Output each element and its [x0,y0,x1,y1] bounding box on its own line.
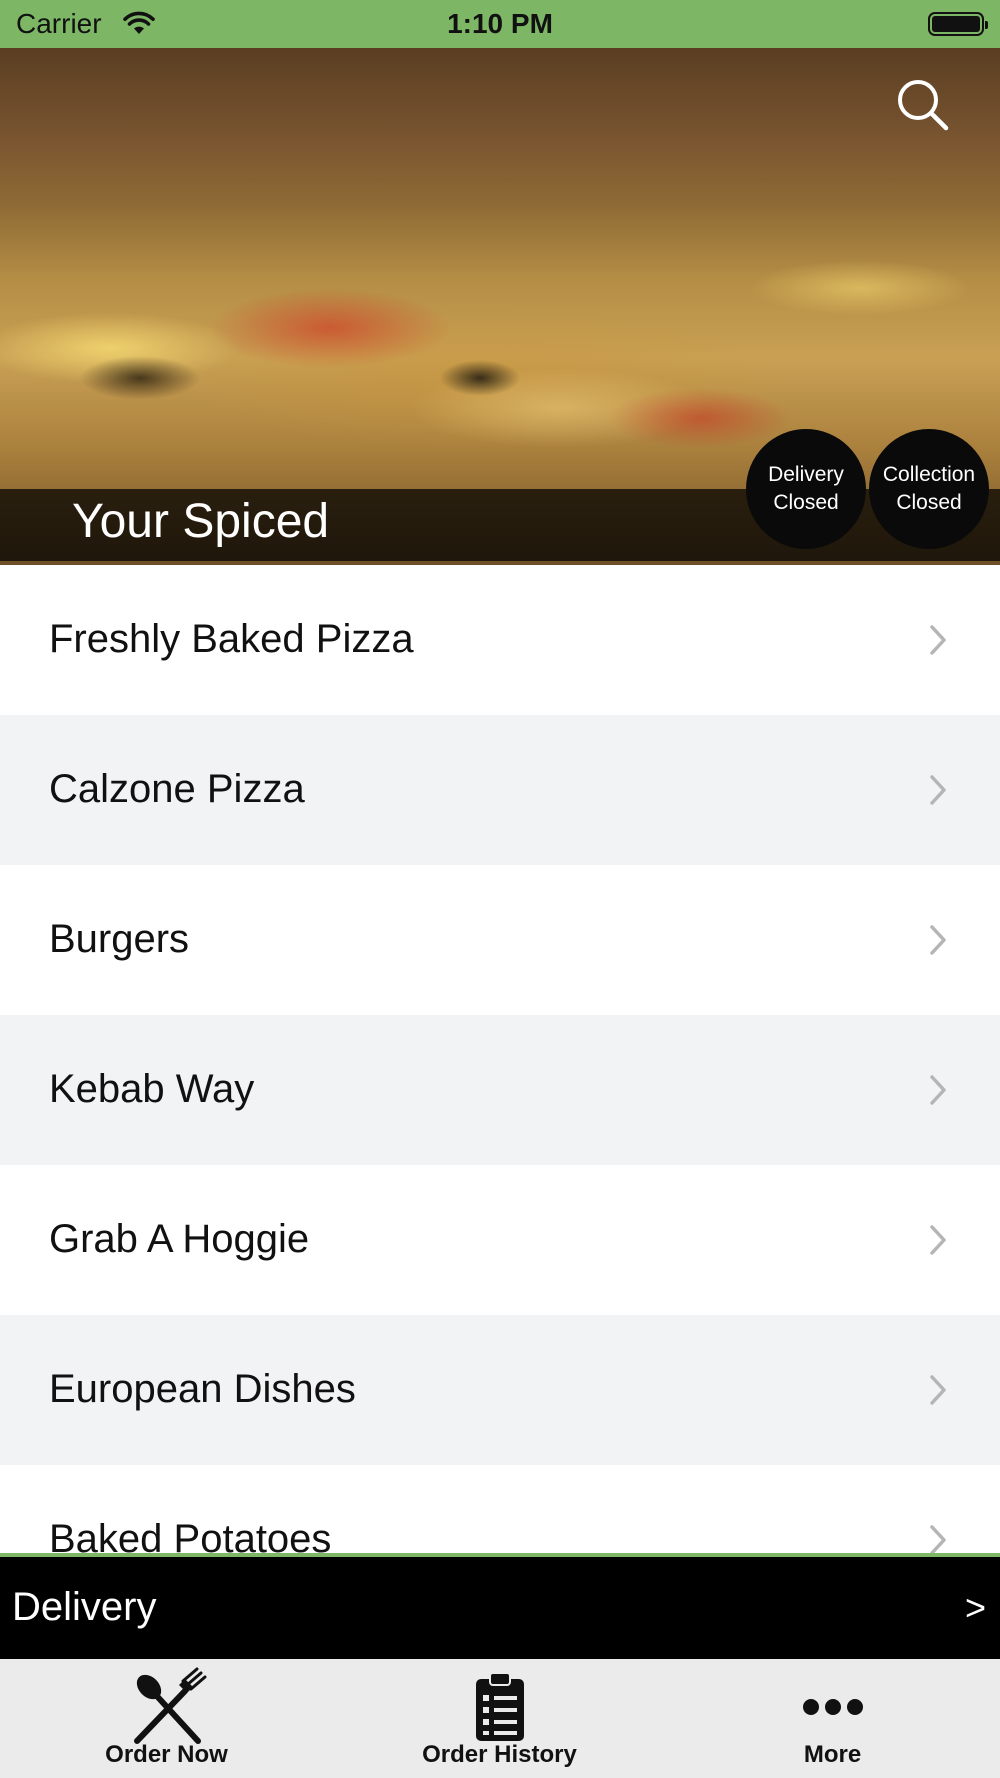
chevron-right-icon [930,1525,946,1555]
collection-badge-line1: Collection [882,463,976,486]
restaurant-title: Your Spiced [72,495,330,548]
delivery-mode-label: Delivery [12,1585,157,1629]
tab-more[interactable]: More [666,1659,999,1778]
tab-order-now[interactable]: Order Now [0,1659,333,1778]
tab-label: Order History [422,1741,577,1768]
menu-item-label: Baked Potatoes [49,1517,332,1555]
tab-bar: Order Now Order History More [0,1659,1000,1778]
menu-category-list[interactable]: Freshly Baked Pizza Calzone Pizza Burger… [0,565,1000,1555]
menu-item-kebab-way[interactable]: Kebab Way [0,1015,1000,1165]
menu-item-european-dishes[interactable]: European Dishes [0,1315,1000,1465]
battery-icon [928,12,988,36]
menu-item-label: Burgers [49,917,190,961]
chevron-right-icon [930,625,946,655]
menu-item-label: Calzone Pizza [49,767,305,811]
delivery-status-badge: Delivery Closed [746,429,866,549]
menu-item-label: Kebab Way [49,1067,255,1111]
chevron-right-icon [930,775,946,805]
hero-banner: Your Spiced Delivery Closed Collection C… [0,48,1000,565]
menu-item-baked-potatoes[interactable]: Baked Potatoes [0,1465,1000,1555]
chevron-right-icon [930,1225,946,1255]
delivery-mode-bar[interactable]: Delivery > [0,1557,1000,1659]
status-bar: Carrier 1:10 PM [0,0,1000,48]
menu-item-label: European Dishes [49,1367,356,1411]
menu-item-freshly-baked-pizza[interactable]: Freshly Baked Pizza [0,565,1000,715]
status-time: 1:10 PM [447,8,553,39]
collection-badge-line2: Closed [896,491,962,514]
delivery-arrow-icon: > [964,1587,986,1628]
menu-item-label: Freshly Baked Pizza [49,617,414,661]
tab-order-history[interactable]: Order History [333,1659,666,1778]
menu-item-label: Grab A Hoggie [49,1217,310,1261]
tab-label: Order Now [105,1741,228,1768]
delivery-badge-line2: Closed [773,491,839,514]
more-dots-icon [802,1699,863,1715]
chevron-right-icon [930,925,946,955]
menu-item-calzone-pizza[interactable]: Calzone Pizza [0,715,1000,865]
tab-label: More [803,1741,862,1768]
search-icon[interactable] [892,74,952,134]
menu-item-burgers[interactable]: Burgers [0,865,1000,1015]
collection-status-badge: Collection Closed [869,429,989,549]
delivery-badge-line1: Delivery [768,463,844,486]
menu-item-grab-a-hoggie[interactable]: Grab A Hoggie [0,1165,1000,1315]
clipboard-list-icon [475,1672,524,1741]
chevron-right-icon [930,1375,946,1405]
chevron-right-icon [930,1075,946,1105]
fork-knife-icon [133,1667,206,1744]
